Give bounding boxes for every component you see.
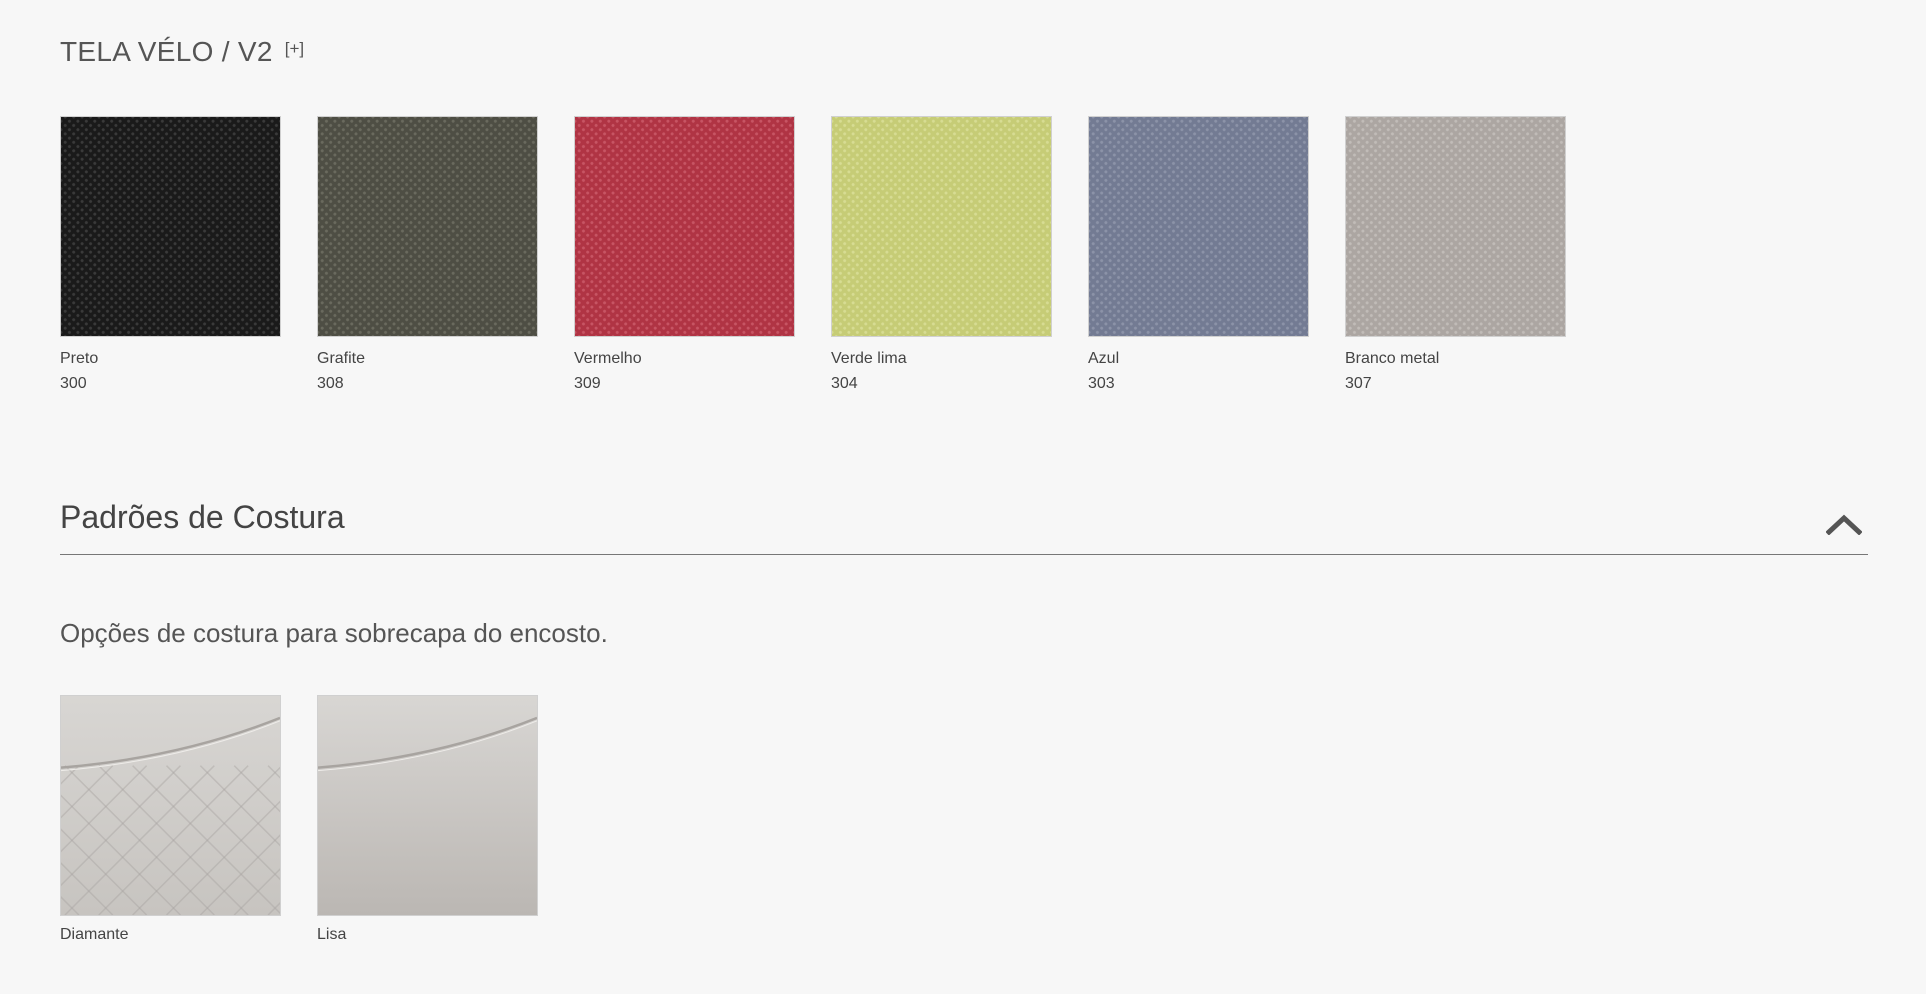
stitch-section-title: Padrões de Costura [60,499,345,535]
stitch-swatch-name: Diamante [60,926,129,943]
page: TELA VÉLO / V2 [+] Preto 300 Grafite 308… [0,0,1926,994]
fabric-section-title: TELA VÉLO / V2 [60,36,273,67]
fabric-swatch[interactable]: Azul 303 [1088,116,1309,394]
fabric-section-header: TELA VÉLO / V2 [+] [60,34,304,70]
fabric-swatch-image [574,116,795,337]
fabric-swatch-code: 300 [60,375,87,392]
fabric-swatch-name: Azul [1088,350,1120,367]
fabric-swatch-list: Preto 300 Grafite 308 Vermelho 309 Verde… [60,116,1602,394]
fabric-swatch-image [60,116,281,337]
expand-toggle[interactable]: [+] [285,38,304,60]
stitch-swatch-image [60,695,281,916]
stitch-section-description: Opções de costura para sobrecapa do enco… [60,618,608,648]
fabric-swatch[interactable]: Verde lima 304 [831,116,1052,394]
fabric-swatch[interactable]: Vermelho 309 [574,116,795,394]
stitch-swatch-list: Diamante Lisa [60,695,574,945]
chevron-up-icon [1826,514,1862,535]
fabric-swatch[interactable]: Preto 300 [60,116,281,394]
stitch-swatch-image [317,695,538,916]
fabric-swatch-name: Grafite [317,350,366,367]
fabric-swatch-code: 303 [1088,375,1115,392]
fabric-swatch-name: Verde lima [831,350,907,367]
fabric-swatch-code: 304 [831,375,858,392]
fabric-swatch-image [1345,116,1566,337]
stitch-section-header[interactable]: Padrões de Costura [60,490,1868,555]
fabric-swatch-image [831,116,1052,337]
collapse-button[interactable] [1822,502,1866,546]
stitch-swatch[interactable]: Diamante [60,695,281,945]
fabric-swatch-name: Branco metal [1345,350,1440,367]
fabric-swatch-code: 307 [1345,375,1372,392]
fabric-swatch-name: Preto [60,350,99,367]
stitch-swatch[interactable]: Lisa [317,695,538,945]
fabric-swatch-image [317,116,538,337]
fabric-swatch-code: 309 [574,375,601,392]
fabric-swatch-code: 308 [317,375,344,392]
fabric-swatch-image [1088,116,1309,337]
stitch-swatch-name: Lisa [317,926,347,943]
fabric-swatch[interactable]: Branco metal 307 [1345,116,1566,394]
fabric-swatch[interactable]: Grafite 308 [317,116,538,394]
fabric-swatch-name: Vermelho [574,350,642,367]
